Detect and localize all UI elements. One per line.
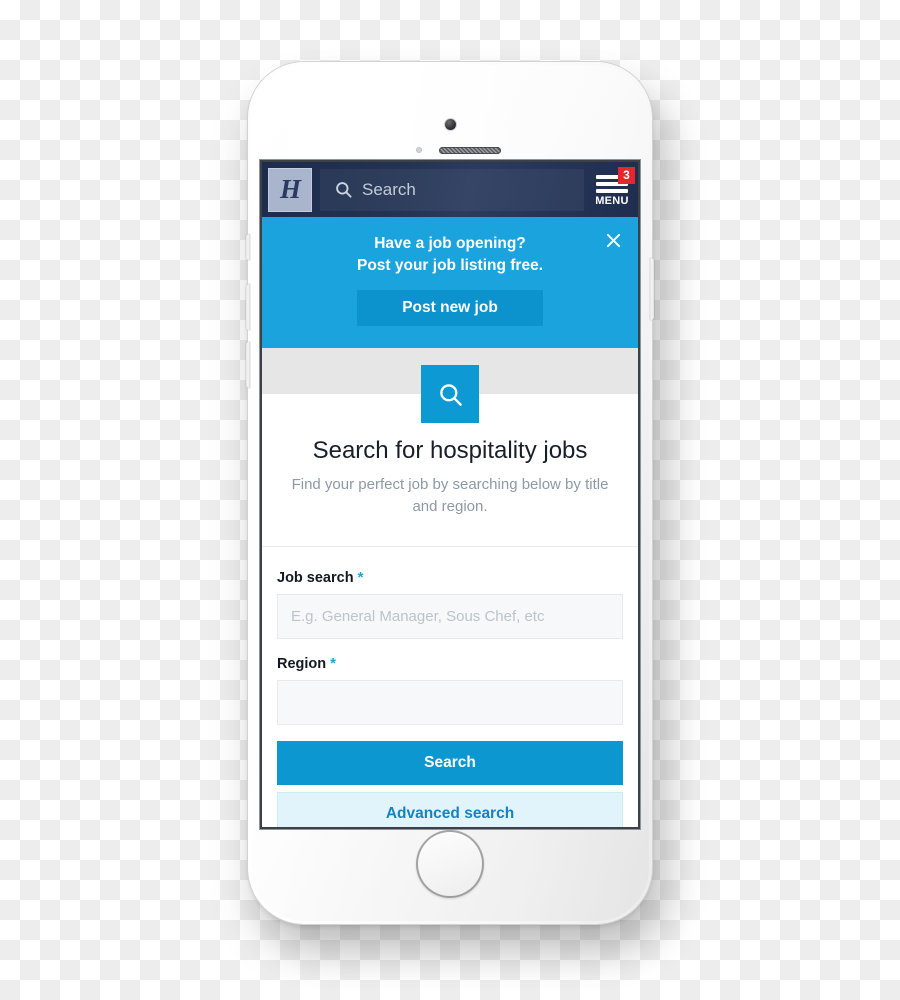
required-marker: * [330,654,337,672]
promo-subheadline: Post your job listing free. [356,257,544,274]
job-search-label-text: Job search [277,569,354,586]
page-subtitle: Find your perfect job by searching below… [291,476,609,515]
front-camera-icon [444,119,456,130]
mute-switch[interactable] [246,234,250,260]
required-marker: * [357,568,364,586]
volume-down-button[interactable] [246,342,250,388]
job-search-form: Job search * Region * Search Advanced se… [262,546,638,827]
phone-screen: H Search MENU 3 Have a job opening? Post… [262,162,638,827]
proximity-sensor-icon [416,147,422,153]
power-button[interactable] [650,258,654,320]
search-icon [334,180,353,199]
promo-headline: Have a job opening? [374,235,526,252]
advanced-search-button[interactable]: Advanced search [277,791,623,827]
top-navigation-bar: H Search MENU 3 [262,162,638,217]
region-label: Region * [277,655,623,672]
page-title: Search for hospitality jobs [312,437,588,464]
hero-divider-strip [262,348,638,423]
region-field[interactable] [277,679,623,725]
hero-search-icon [421,365,479,423]
region-label-text: Region [277,655,327,672]
search-input[interactable]: Search [320,168,584,211]
search-button[interactable]: Search [277,740,623,785]
logo-letter: H [279,174,301,204]
job-search-label: Job search * [277,569,623,586]
search-placeholder-text: Search [362,179,416,199]
promo-banner: Have a job opening? Post your job listin… [262,217,638,348]
menu-label: MENU [595,194,629,207]
menu-notification-badge: 3 [618,166,635,184]
smartphone-device: H Search MENU 3 Have a job opening? Post… [246,62,654,924]
post-new-job-button[interactable]: Post new job [357,290,543,326]
job-search-field[interactable] [277,593,623,639]
volume-up-button[interactable] [246,284,250,330]
site-logo[interactable]: H [268,167,312,212]
close-icon[interactable] [600,227,626,253]
earpiece-speaker-icon [439,147,501,154]
menu-button[interactable]: MENU 3 [592,166,635,207]
home-button[interactable] [416,830,484,898]
